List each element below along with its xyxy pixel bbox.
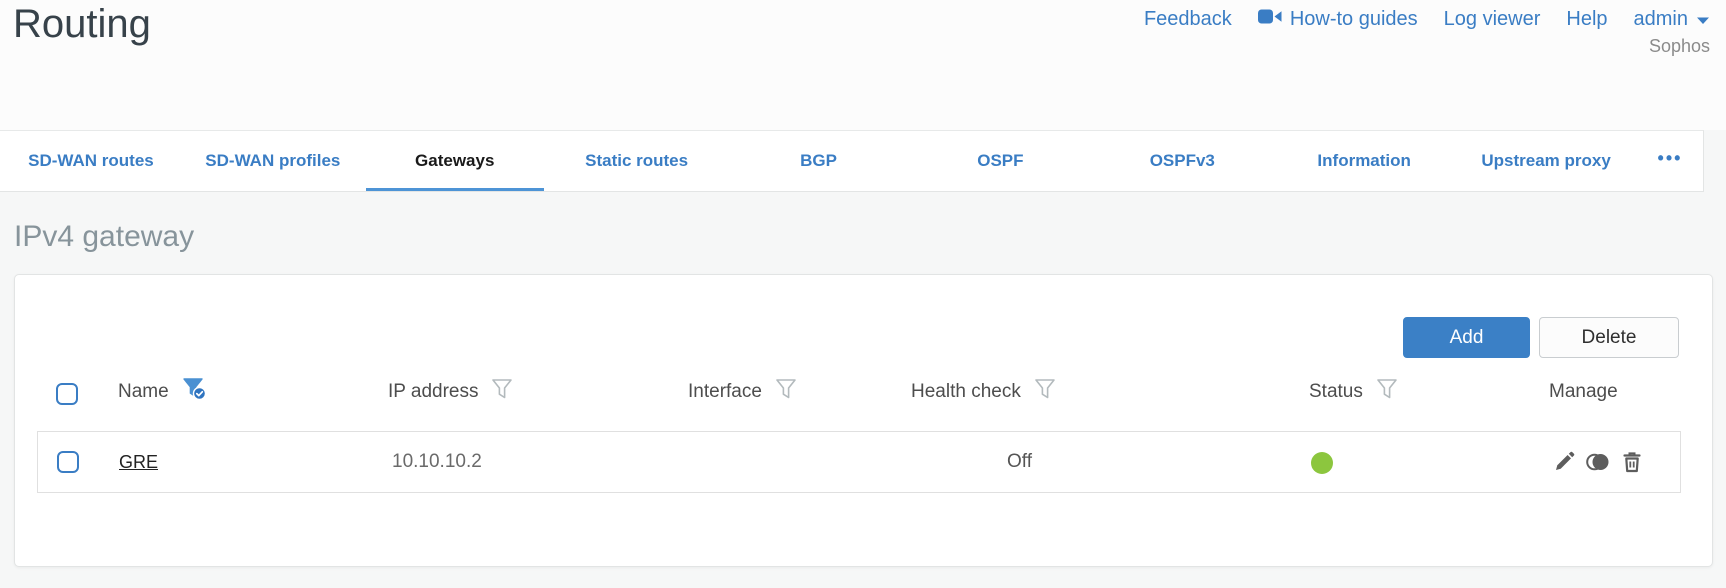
- tab-sd-wan-profiles[interactable]: SD-WAN profiles: [182, 131, 364, 191]
- filter-icon[interactable]: [1376, 378, 1398, 406]
- health-check-cell: Off: [1007, 451, 1032, 472]
- select-all-checkbox[interactable]: [56, 383, 78, 405]
- video-camera-icon: [1257, 8, 1282, 31]
- gateway-table-card: Add Delete Name IP address Interface Hea…: [14, 274, 1713, 567]
- more-tabs-button[interactable]: •••: [1637, 131, 1703, 191]
- ip-address-cell: 10.10.10.2: [392, 451, 482, 472]
- page-header: Routing Feedback How-to guides Log viewe…: [0, 0, 1726, 130]
- log-viewer-link[interactable]: Log viewer: [1444, 8, 1541, 31]
- howto-guides-link[interactable]: How-to guides: [1257, 8, 1418, 31]
- filter-icon[interactable]: [775, 378, 797, 406]
- tab-information[interactable]: Information: [1273, 131, 1455, 191]
- column-label-interface: Interface: [688, 381, 762, 402]
- gateway-name-link[interactable]: GRE: [119, 452, 158, 473]
- trash-icon[interactable]: [1620, 450, 1644, 474]
- row-checkbox[interactable]: [57, 451, 79, 473]
- table-header-select: [56, 381, 78, 407]
- chevron-down-icon: [1696, 8, 1710, 31]
- column-label-manage: Manage: [1549, 381, 1618, 402]
- user-menu-label: admin: [1633, 8, 1688, 30]
- table-row: GRE 10.10.10.2 Off: [37, 431, 1681, 493]
- column-label-name: Name: [118, 381, 169, 402]
- column-label-ip-address: IP address: [388, 381, 479, 402]
- gateway-name-cell: GRE: [119, 432, 158, 492]
- tab-bgp[interactable]: BGP: [728, 131, 910, 191]
- top-navigation: Feedback How-to guides Log viewer Help a…: [1144, 8, 1710, 31]
- routing-page: Routing Feedback How-to guides Log viewe…: [0, 0, 1726, 588]
- help-link[interactable]: Help: [1566, 8, 1607, 31]
- brand-text: Sophos: [1648, 36, 1710, 56]
- manage-actions: [1552, 432, 1644, 492]
- column-header-name: Name: [118, 377, 208, 407]
- filter-icon[interactable]: [1034, 378, 1056, 406]
- tab-ospf[interactable]: OSPF: [909, 131, 1091, 191]
- column-header-health-check: Health check: [911, 379, 1056, 405]
- user-menu[interactable]: admin: [1634, 8, 1710, 31]
- status-dot: [1311, 452, 1333, 474]
- howto-guides-label: How-to guides: [1289, 8, 1418, 30]
- filter-active-icon[interactable]: [182, 377, 208, 407]
- column-header-status: Status: [1309, 379, 1398, 405]
- tab-static-routes[interactable]: Static routes: [546, 131, 728, 191]
- page-title: Routing: [13, 2, 151, 46]
- column-header-interface: Interface: [688, 379, 797, 405]
- column-header-ip-address: IP address: [388, 379, 513, 405]
- column-label-status: Status: [1309, 381, 1363, 402]
- column-label-health-check: Health check: [911, 381, 1021, 402]
- delete-button[interactable]: Delete: [1539, 317, 1679, 358]
- add-button[interactable]: Add: [1403, 317, 1530, 358]
- filter-icon[interactable]: [491, 378, 513, 406]
- clone-icon[interactable]: [1585, 450, 1611, 474]
- tab-gateways[interactable]: Gateways: [364, 131, 546, 191]
- edit-pencil-icon[interactable]: [1552, 450, 1576, 474]
- tab-sd-wan-routes[interactable]: SD-WAN routes: [0, 131, 182, 191]
- section-heading: IPv4 gateway: [14, 220, 195, 253]
- tab-bar: SD-WAN routes SD-WAN profiles Gateways S…: [0, 130, 1704, 192]
- feedback-link[interactable]: Feedback: [1144, 8, 1232, 31]
- column-header-manage: Manage: [1549, 379, 1618, 405]
- tab-upstream-proxy[interactable]: Upstream proxy: [1455, 131, 1637, 191]
- tab-ospfv3[interactable]: OSPFv3: [1091, 131, 1273, 191]
